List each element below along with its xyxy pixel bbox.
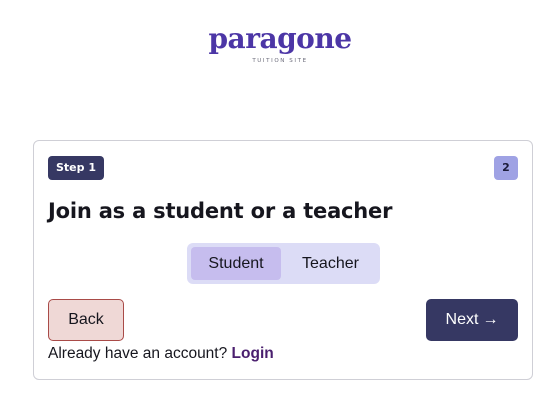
role-option-teacher[interactable]: Teacher: [285, 247, 376, 280]
next-button[interactable]: Next →: [426, 299, 518, 341]
role-option-student[interactable]: Student: [191, 247, 281, 280]
login-link[interactable]: Login: [232, 345, 274, 362]
role-toggle: Student Teacher: [187, 243, 380, 284]
logo-tagline: TUITION SITE: [252, 58, 308, 64]
arrow-right-icon: →: [482, 311, 499, 328]
brand-logo: paragone TUITION SITE: [0, 22, 560, 64]
back-button[interactable]: Back: [48, 299, 124, 341]
login-prompt-line: Already have an account? Login: [48, 345, 274, 363]
logo-wordmark: paragone: [208, 22, 352, 55]
next-button-label: Next: [445, 311, 479, 328]
signup-card: Step 1 2 Join as a student or a teacher …: [33, 140, 533, 380]
total-steps-badge: 2: [494, 156, 518, 180]
step-badge: Step 1: [48, 156, 104, 180]
page-title: Join as a student or a teacher: [48, 199, 393, 223]
login-prompt-text: Already have an account?: [48, 345, 228, 362]
signup-page: paragone TUITION SITE Step 1 2 Join as a…: [0, 0, 560, 411]
